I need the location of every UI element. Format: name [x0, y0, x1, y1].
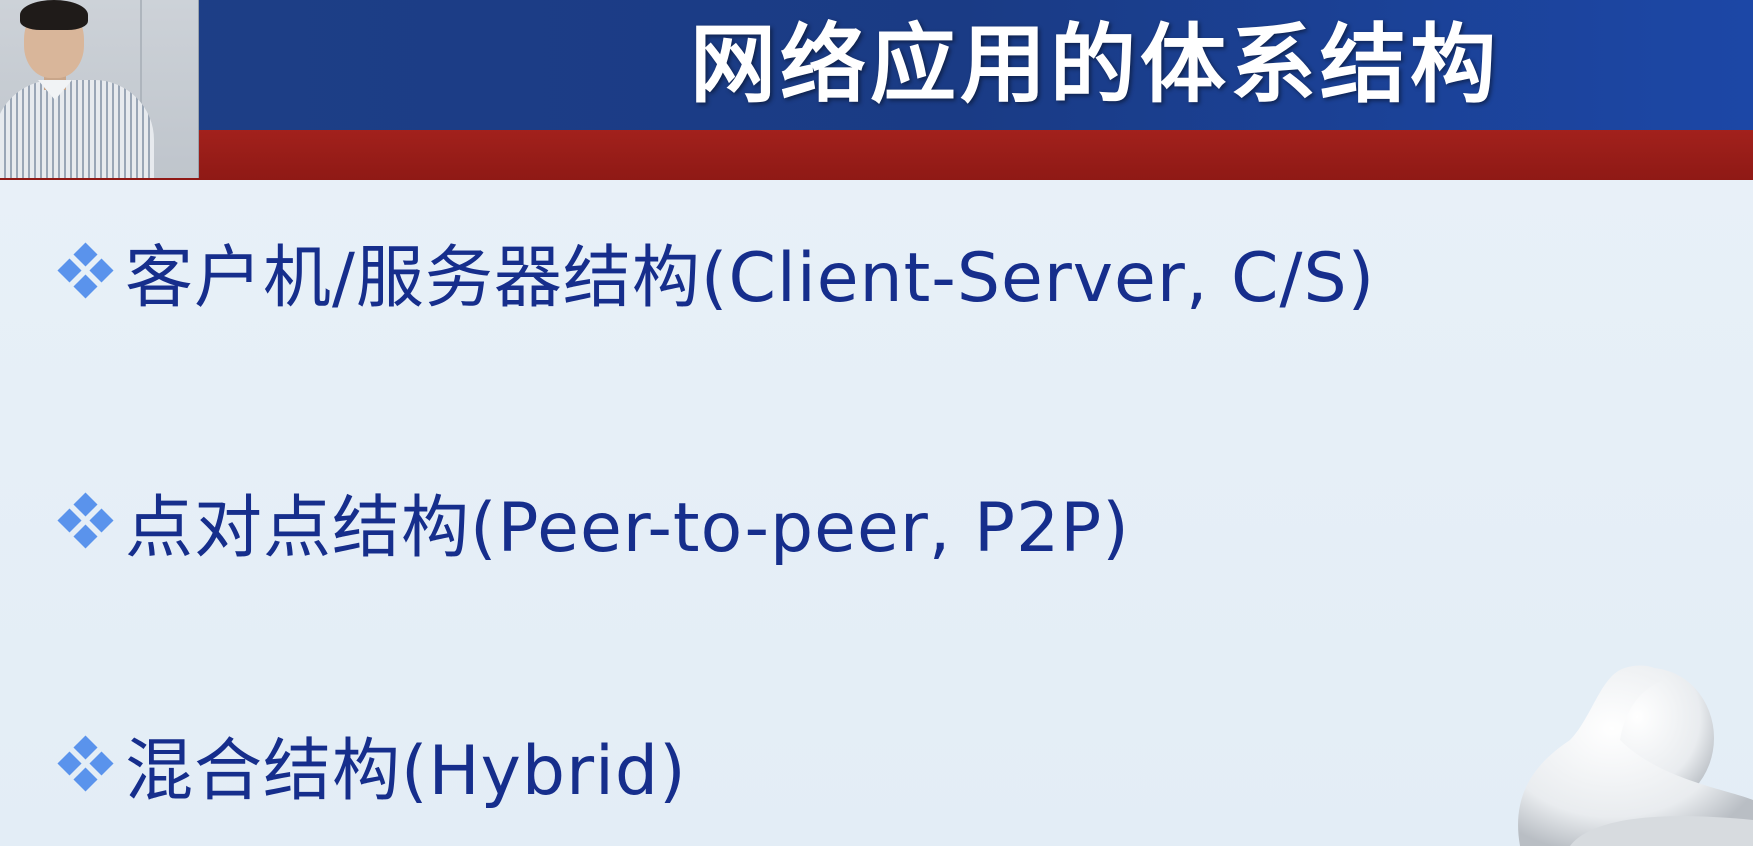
- bullet-item: 混合结构(Hybrid): [55, 715, 687, 814]
- bullet-text: 点对点结构(Peer-to-peer, P2P): [125, 489, 1130, 568]
- bullet-text: 客户机/服务器结构(Client-Server, C/S): [125, 239, 1376, 318]
- title-underline-bar: [0, 130, 1753, 180]
- diamond-cluster-icon: [57, 241, 114, 299]
- presenter-video-thumbnail: [0, 0, 199, 178]
- slide: 网络应用的体系结构 客户机/服务器结构(Client-Server, C/S): [0, 0, 1753, 846]
- thinking-figure-icon: [1518, 665, 1753, 846]
- diamond-cluster-icon: [57, 734, 114, 792]
- bullet-item: 客户机/服务器结构(Client-Server, C/S): [55, 222, 1375, 321]
- slide-title: 网络应用的体系结构: [690, 15, 1500, 115]
- bullet-item: 点对点结构(Peer-to-peer, P2P): [55, 472, 1130, 571]
- diamond-cluster-icon: [57, 491, 114, 549]
- bullet-text: 混合结构(Hybrid): [125, 732, 687, 811]
- presenter-shirt: [0, 80, 154, 178]
